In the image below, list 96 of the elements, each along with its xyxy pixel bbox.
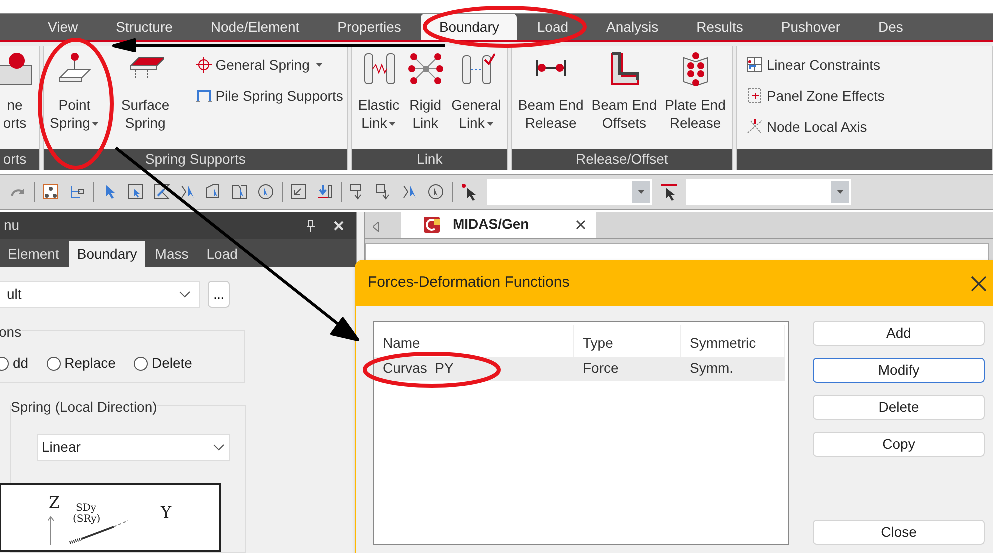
table-cell: Force [583, 360, 619, 376]
arrow-down-icon [317, 184, 333, 200]
circle-cursor-tool[interactable] [256, 182, 276, 202]
document-tab[interactable]: MIDAS/Gen [401, 211, 596, 238]
polygon-select-tool[interactable] [152, 182, 172, 202]
ribbon-button[interactable]: Beam End Offsets [590, 52, 660, 132]
ribbon-button[interactable]: Beam End Release [516, 52, 586, 132]
table-cell: Curvas PY [383, 360, 454, 376]
panel-tab[interactable]: Load [198, 241, 246, 267]
tree-icon [69, 184, 85, 200]
ribbon-button[interactable]: Rigid Link [406, 52, 446, 132]
ribbon-button[interactable]: Surface Spring [119, 52, 172, 132]
axis-label: SDy [76, 502, 97, 514]
menu-tab[interactable]: Load [519, 14, 587, 40]
combo-field[interactable] [487, 179, 652, 205]
radio-option[interactable]: dd [0, 353, 29, 374]
menu-tab[interactable]: Pushover [763, 14, 859, 40]
ribbon-button[interactable]: Point Spring [48, 52, 102, 132]
target-icon [196, 57, 212, 73]
circle-cursor-icon [258, 184, 274, 200]
menu-tab[interactable]: Analysis [588, 14, 677, 40]
polygon-select-icon [154, 184, 170, 200]
triangle-left-icon [373, 222, 379, 232]
pin-icon [306, 220, 316, 232]
node-select-icon [43, 184, 59, 200]
spring-type-select[interactable]: Linear [37, 434, 230, 461]
ribbon-button[interactable]: Panel Zone Effects [746, 83, 885, 109]
group-label: Link [417, 150, 443, 169]
panel-tab[interactable]: Boundary [69, 241, 146, 267]
chevron-down-icon [179, 291, 191, 298]
group-label: Spring Supports [145, 150, 246, 169]
menu-tab[interactable]: Properties [320, 14, 420, 40]
group-label: Release/Offset [576, 150, 668, 169]
list-row[interactable]: Curvas PY Force Symm. [374, 357, 785, 381]
ribbon-button[interactable]: General Link [450, 52, 504, 132]
panel-tab[interactable]: Element [0, 241, 68, 267]
radio-option[interactable]: Replace [46, 353, 116, 374]
volume-select-icon [232, 184, 248, 200]
close-icon [576, 220, 586, 230]
zigzag-cursor-icon [180, 184, 196, 200]
pin-button[interactable] [304, 218, 318, 232]
ribbon-button[interactable]: Plate End Release [663, 52, 728, 132]
menu-tab[interactable]: Results [678, 14, 762, 40]
panel-zone-icon [746, 88, 763, 104]
ribbon-button[interactable]: Pile Spring Supports [196, 83, 344, 109]
plane-select-icon [206, 184, 222, 200]
undo-box-icon [291, 184, 307, 200]
window-select-icon [128, 184, 144, 200]
group-label: orts [3, 150, 27, 169]
table-cell: Symm. [690, 360, 734, 376]
grid-constraint-icon [746, 57, 763, 73]
dialog-button[interactable]: Modify [813, 358, 985, 383]
menu-tab[interactable]: View [30, 14, 96, 40]
support-icon [0, 52, 33, 86]
radio-option[interactable]: Delete [134, 353, 192, 374]
zigzag-cursor-icon [402, 184, 418, 200]
pile-icon [196, 88, 212, 104]
caret-icon [638, 190, 644, 194]
panel-tab[interactable]: Mass [147, 241, 197, 267]
close-icon [334, 220, 344, 230]
panel-title: nu [3, 216, 20, 235]
undo-box-tool[interactable] [289, 182, 309, 202]
axis-label: (SRy) [73, 514, 101, 527]
rigid-link-icon [408, 52, 444, 86]
menu-tab[interactable]: Structure [98, 14, 191, 40]
window-select-tool[interactable] [126, 182, 146, 202]
browse-button[interactable]: ... [208, 281, 230, 308]
node-select-tool[interactable] [41, 182, 61, 202]
menu-tab[interactable]: Des [860, 14, 922, 40]
close-icon [971, 276, 987, 292]
ribbon-button[interactable]: General Spring [196, 52, 344, 78]
circle-cursor-icon [428, 184, 444, 200]
axis-label: Y [161, 502, 172, 524]
dialog-button[interactable]: Copy [813, 432, 985, 457]
dialog-button[interactable]: Close [813, 520, 985, 545]
circle-cursor-tool[interactable] [426, 182, 446, 202]
dialog-button[interactable]: Delete [813, 395, 985, 420]
menu-tab[interactable]: Node/Element [192, 14, 318, 40]
dialog-button[interactable]: Add [813, 321, 985, 346]
ribbon-button[interactable]: ne orts [0, 52, 35, 132]
ribbon-button[interactable]: Elastic Link [356, 52, 402, 132]
axis-label: Z [49, 492, 60, 514]
caret-icon [836, 190, 844, 194]
chevron-down-icon [213, 444, 225, 451]
deselect-window-icon [376, 184, 392, 200]
dialog-title: Forces-Deformation Functions [368, 273, 570, 294]
close-button[interactable] [332, 218, 346, 232]
group-name-select[interactable]: ult [0, 281, 200, 308]
line-cursor-icon [660, 183, 678, 201]
axis-hatch-icon [746, 119, 763, 135]
ribbon-button[interactable]: Node Local Axis [746, 114, 885, 140]
app-logo-icon [423, 216, 441, 234]
combo-field[interactable] [686, 179, 851, 205]
ribbon-button[interactable]: Linear Constraints [746, 52, 885, 78]
menu-tab[interactable]: Boundary [421, 14, 518, 40]
line-cursor-tool[interactable] [658, 182, 680, 202]
